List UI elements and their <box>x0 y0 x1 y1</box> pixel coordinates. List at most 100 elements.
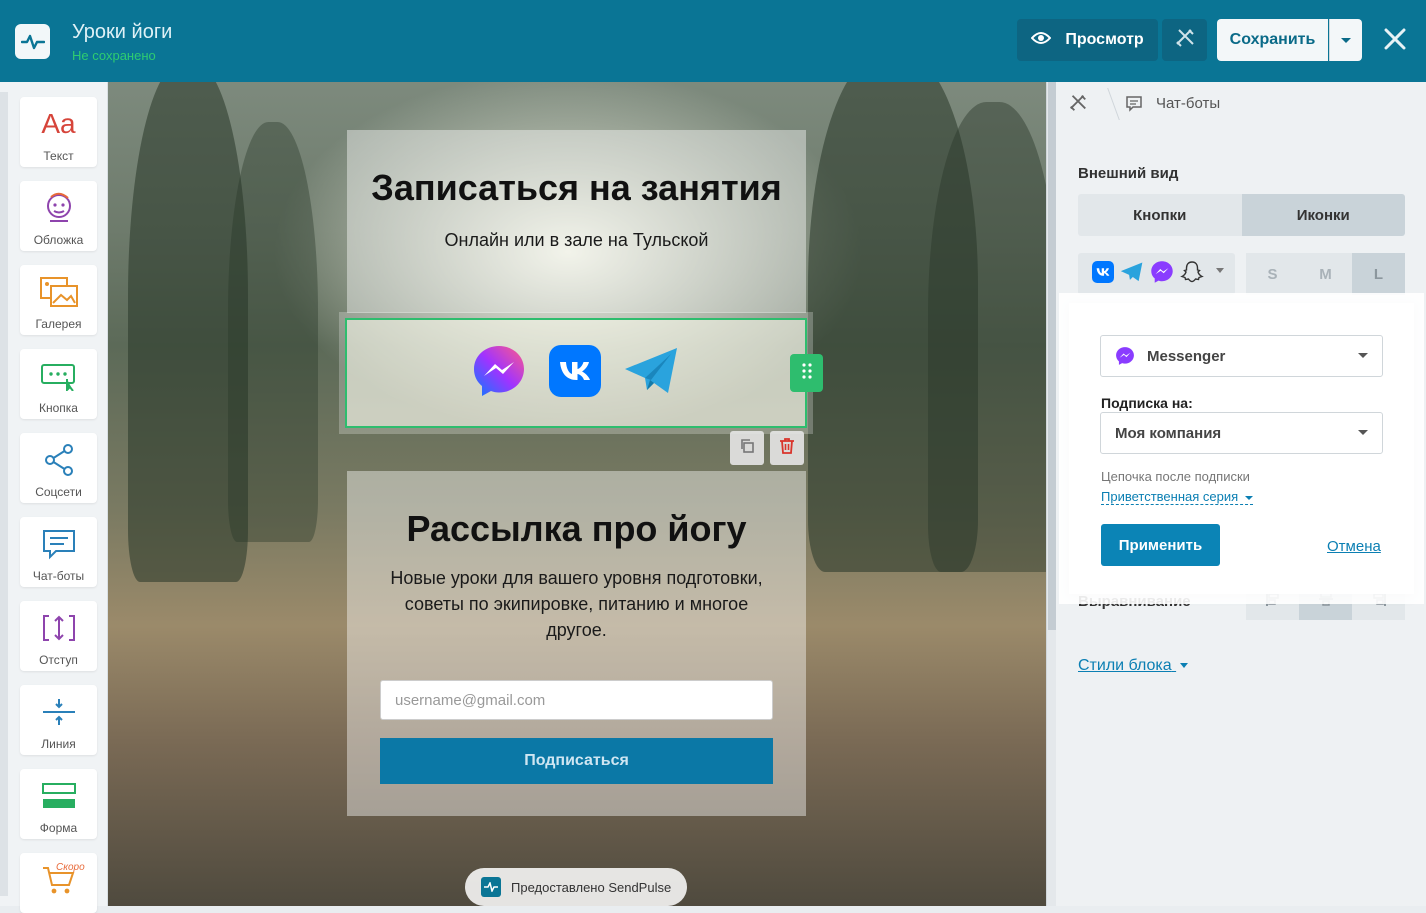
soon-badge: Скоро <box>56 862 85 873</box>
sidebar-item-chatbots[interactable]: Чат-боты <box>20 517 97 587</box>
icon-size-selector: S M L <box>1246 253 1405 295</box>
sidebar-item-label: Обложка <box>33 233 84 247</box>
save-button[interactable]: Сохранить <box>1217 19 1328 61</box>
chevron-down-icon <box>1180 663 1189 669</box>
duplicate-block-button[interactable] <box>730 431 764 465</box>
editor-canvas: Записаться на занятия Онлайн или в зале … <box>108 82 1046 906</box>
sidebar-item-label: Чат-боты <box>32 569 85 583</box>
sidebar-item-label: Текст <box>43 149 74 163</box>
messenger-icon[interactable] <box>471 343 527 404</box>
signup-card: Записаться на занятия Онлайн или в зале … <box>347 130 806 313</box>
form-icon <box>41 777 77 815</box>
company-select[interactable]: Моя компания <box>1100 412 1383 454</box>
seg-icons[interactable]: Иконки <box>1241 194 1405 236</box>
chevron-down-icon <box>1341 37 1351 43</box>
cancel-button[interactable]: Отмена <box>1327 538 1381 555</box>
breadcrumb-separator <box>1096 88 1120 120</box>
vk-icon <box>1092 260 1114 288</box>
powered-by-text: Предоставлено SendPulse <box>511 879 672 895</box>
size-m[interactable]: M <box>1299 253 1352 295</box>
top-bar: Уроки йоги Не сохранено Просмотр Сохрани… <box>0 0 1426 82</box>
sidebar-item-form[interactable]: Форма <box>20 769 97 839</box>
chat-icon <box>42 525 76 563</box>
size-s[interactable]: S <box>1246 253 1299 295</box>
background-tree <box>228 122 318 542</box>
size-l[interactable]: L <box>1352 253 1405 295</box>
sidebar-item-label: Кнопка <box>39 401 78 415</box>
snapchat-icon <box>1180 260 1204 289</box>
breadcrumb-current: Чат-боты <box>1156 95 1221 112</box>
preview-button[interactable]: Просмотр <box>1017 19 1158 61</box>
spacing-icon <box>41 609 77 647</box>
social-icons-block[interactable] <box>345 318 807 428</box>
chat-icon <box>1126 96 1142 117</box>
chevron-down-icon <box>1358 430 1368 435</box>
close-icon <box>1384 28 1406 55</box>
logo-icon[interactable] <box>15 24 50 59</box>
telegram-icon[interactable] <box>623 345 681 402</box>
trash-icon <box>779 437 795 460</box>
company-select-value: Моя компания <box>1115 424 1222 442</box>
chevron-down-icon <box>1358 353 1368 358</box>
sidebar-item-spacing[interactable]: Отступ <box>20 601 97 671</box>
close-button[interactable] <box>1380 24 1410 58</box>
networks-select[interactable] <box>1078 253 1235 295</box>
share-icon <box>42 441 76 479</box>
block-styles-link[interactable]: Стили блока <box>1078 657 1189 675</box>
signup-title: Записаться на занятия <box>371 167 782 208</box>
subscribe-button[interactable]: Подписаться <box>380 738 773 784</box>
tools-icon[interactable] <box>1068 93 1088 118</box>
scrollbar-thumb[interactable] <box>1048 82 1056 630</box>
messenger-select[interactable]: Messenger <box>1100 335 1383 377</box>
sidebar-item-button[interactable]: Кнопка <box>20 349 97 419</box>
sidebar-item-social[interactable]: Соцсети <box>20 433 97 503</box>
delete-block-button[interactable] <box>770 431 804 465</box>
cover-icon <box>42 189 76 227</box>
messenger-settings-popup: Messenger Подписка на: Моя компания Цепо… <box>1069 303 1414 594</box>
save-options-button[interactable] <box>1329 19 1362 61</box>
page-title: Уроки йоги <box>72 21 173 43</box>
drag-dots-icon <box>801 362 812 384</box>
sidebar-item-label: Отступ <box>39 653 78 667</box>
canvas-scrollbar[interactable] <box>1046 82 1056 906</box>
sidebar-item-cover[interactable]: Обложка <box>20 181 97 251</box>
messenger-select-value: Messenger <box>1147 347 1226 365</box>
email-field[interactable]: username@gmail.com <box>380 680 773 720</box>
seg-buttons[interactable]: Кнопки <box>1078 194 1242 236</box>
sendpulse-logo-icon <box>481 877 501 897</box>
powered-by-badge[interactable]: Предоставлено SendPulse <box>465 868 687 906</box>
sidebar-item-text[interactable]: Aa Текст <box>20 97 97 167</box>
sidebar-item-label: Галерея <box>35 317 82 331</box>
chain-select-link[interactable]: Приветственная серия <box>1101 489 1253 505</box>
blocks-sidebar: Aa Текст Обложка Галерея Кнопка Соцсети … <box>0 82 108 913</box>
sidebar-item-label: Соцсети <box>35 485 82 499</box>
background-tree <box>928 102 1046 572</box>
apply-button[interactable]: Применить <box>1101 524 1220 566</box>
design-tools-button[interactable] <box>1162 19 1207 61</box>
drag-handle[interactable] <box>790 354 823 392</box>
telegram-icon <box>1120 261 1144 288</box>
appearance-toggle: Кнопки Иконки <box>1078 194 1405 236</box>
block-styles-label: Стили блока <box>1078 657 1172 674</box>
chevron-down-icon <box>1244 495 1253 500</box>
eye-icon <box>1030 31 1052 50</box>
newsletter-text: Новые уроки для вашего уровня подготовки… <box>390 568 763 640</box>
signup-subtitle: Онлайн или в зале на Тульской <box>444 230 709 250</box>
chain-label: Цепочка после подписки <box>1101 469 1250 484</box>
copy-icon <box>739 438 755 459</box>
text-aa-icon: Aa <box>41 108 76 139</box>
sidebar-scrollbar[interactable] <box>0 92 8 896</box>
messenger-icon <box>1150 260 1174 289</box>
sidebar-item-line[interactable]: Линия <box>20 685 97 755</box>
preview-label: Просмотр <box>1065 31 1144 48</box>
messenger-icon <box>1115 346 1135 366</box>
save-status: Не сохранено <box>72 48 156 63</box>
chain-value: Приветственная серия <box>1101 489 1239 504</box>
sidebar-item-gallery[interactable]: Галерея <box>20 265 97 335</box>
vk-icon[interactable] <box>549 344 601 402</box>
appearance-title: Внешний вид <box>1078 165 1179 182</box>
line-icon <box>41 693 77 731</box>
tools-icon <box>1174 27 1196 54</box>
newsletter-title: Рассылка про йогу <box>406 508 747 549</box>
button-icon <box>40 357 78 395</box>
